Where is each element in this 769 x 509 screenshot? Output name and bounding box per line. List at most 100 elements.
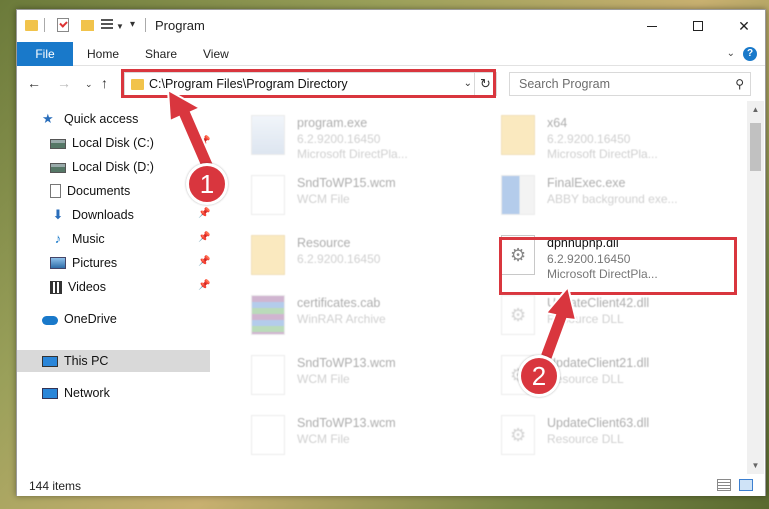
- refresh-icon[interactable]: ↻: [474, 73, 496, 95]
- status-bar: 144 items: [17, 475, 765, 496]
- list-item[interactable]: x64 6.2.9200.16450 Microsoft DirectPla..…: [477, 109, 707, 163]
- pin-icon: 📌: [198, 208, 211, 219]
- step-badge-2: 2: [518, 355, 560, 397]
- ribbon: File Home Share View ⌄ ?: [17, 42, 765, 66]
- scroll-up-icon[interactable]: ▲: [747, 101, 764, 118]
- search-input[interactable]: [510, 73, 720, 95]
- details-view-icon[interactable]: [717, 479, 731, 491]
- file-description: Microsoft DirectPla...: [297, 147, 408, 161]
- sidebar-item-music[interactable]: ♪ Music 📌: [50, 228, 211, 250]
- sidebar-item-downloads[interactable]: ⬇ Downloads 📌: [50, 204, 211, 226]
- pin-icon: 📌: [198, 136, 211, 147]
- up-arrow-icon[interactable]: ↑: [101, 75, 108, 91]
- new-folder-icon[interactable]: [81, 20, 94, 31]
- document-icon: [50, 184, 61, 198]
- expand-ribbon-icon[interactable]: ⌄: [727, 48, 735, 59]
- properties-check-icon[interactable]: [57, 18, 69, 32]
- sidebar-item-label: Documents: [67, 184, 131, 198]
- sidebar-item-label: Network: [64, 386, 110, 400]
- sidebar-item-this-pc[interactable]: This PC: [17, 350, 210, 372]
- pin-icon: 📌: [198, 280, 211, 291]
- file-list: program.exe 6.2.9200.16450 Microsoft Dir…: [213, 101, 746, 474]
- exe-file-icon: [251, 115, 285, 155]
- network-icon: [42, 387, 58, 399]
- list-item[interactable]: Resource 6.2.9200.16450: [227, 229, 457, 283]
- file-type: WCM File: [297, 432, 350, 446]
- sidebar-item-label: This PC: [64, 354, 109, 368]
- sidebar-item-local-disk-d[interactable]: Local Disk (D:): [50, 156, 210, 178]
- forward-arrow-icon[interactable]: →: [57, 75, 71, 91]
- list-item[interactable]: SndToWP13.wcm WCM File: [227, 409, 457, 463]
- list-item[interactable]: SndToWP13.wcm WCM File: [227, 349, 457, 403]
- document-icon: [251, 175, 285, 215]
- file-type: ABBY background exe...: [547, 192, 678, 206]
- address-path[interactable]: C:\Program Files\Program Directory: [149, 77, 348, 91]
- minimize-button[interactable]: [629, 10, 675, 42]
- star-icon: ★: [42, 111, 54, 126]
- large-icons-view-icon[interactable]: [739, 479, 753, 491]
- search-icon[interactable]: ⚲: [735, 77, 744, 91]
- item-count: 144 items: [29, 479, 82, 493]
- file-type: Resource DLL: [547, 432, 624, 446]
- file-type: WCM File: [297, 192, 350, 206]
- sidebar-item-local-disk-c[interactable]: Local Disk (C:) 📌: [50, 132, 210, 154]
- file-version: 6.2.9200.16450: [297, 252, 381, 266]
- file-version: 6.2.9200.16450: [297, 132, 381, 146]
- customize-toolbar-icon[interactable]: ▾: [130, 19, 135, 30]
- tab-view[interactable]: View: [193, 42, 239, 66]
- tab-home[interactable]: Home: [77, 42, 129, 66]
- sidebar-item-label: Local Disk (D:): [72, 160, 154, 174]
- file-name: SndToWP13.wcm: [297, 356, 396, 370]
- chevron-down-icon[interactable]: ▼: [116, 22, 124, 31]
- navigation-pane: ★ Quick access Local Disk (C:) 📌 Local D…: [17, 101, 212, 474]
- file-name: SndToWP13.wcm: [297, 416, 396, 430]
- sidebar-item-pictures[interactable]: Pictures 📌: [50, 252, 210, 274]
- file-name: SndToWP15.wcm: [297, 176, 396, 190]
- pictures-icon: [50, 257, 66, 269]
- address-bar[interactable]: C:\Program Files\Program Directory ⌄ ↻: [124, 72, 497, 96]
- recent-locations-icon[interactable]: ⌄: [85, 79, 93, 90]
- file-name: Resource: [297, 236, 351, 250]
- file-name: UpdateClient63.dll: [547, 416, 650, 430]
- application-icon: [501, 175, 535, 215]
- file-name: UpdateClient21.dll: [547, 356, 650, 370]
- help-icon[interactable]: ?: [743, 47, 757, 61]
- document-icon: [251, 415, 285, 455]
- archive-icon: [251, 295, 285, 335]
- close-icon: ✕: [738, 17, 750, 34]
- close-button[interactable]: ✕: [721, 10, 767, 42]
- maximize-button[interactable]: [675, 10, 721, 42]
- file-type: Resource DLL: [547, 312, 624, 326]
- sidebar-item-label: Local Disk (C:): [72, 136, 154, 150]
- list-item[interactable]: program.exe 6.2.9200.16450 Microsoft Dir…: [227, 109, 457, 163]
- step-badge-1: 1: [186, 163, 228, 205]
- sidebar-item-label: Quick access: [64, 112, 139, 126]
- sidebar-item-network[interactable]: Network: [42, 382, 210, 404]
- file-type: WinRAR Archive: [297, 312, 386, 326]
- sidebar-item-videos[interactable]: Videos 📌: [50, 276, 210, 298]
- list-item[interactable]: FinalExec.exe ABBY background exe...: [477, 169, 707, 223]
- back-arrow-icon[interactable]: ←: [27, 75, 41, 91]
- file-name: x64: [547, 116, 568, 130]
- list-item[interactable]: UpdateClient21.dll Resource DLL: [477, 349, 707, 403]
- sidebar-item-label: Videos: [68, 280, 106, 294]
- scrollbar-thumb[interactable]: [750, 123, 761, 171]
- list-item[interactable]: SndToWP15.wcm WCM File: [227, 169, 457, 223]
- file-name: UpdateClient42.dll: [547, 296, 650, 310]
- search-box[interactable]: ⚲: [509, 72, 751, 96]
- sidebar-item-quick-access[interactable]: ★ Quick access: [42, 108, 235, 130]
- list-item[interactable]: certificates.cab WinRAR Archive: [227, 289, 457, 343]
- scroll-down-icon[interactable]: ▼: [747, 457, 764, 474]
- tab-share[interactable]: Share: [135, 42, 187, 66]
- list-item[interactable]: UpdateClient63.dll Resource DLL: [477, 409, 707, 463]
- vertical-scrollbar[interactable]: ▲ ▼: [747, 101, 764, 474]
- chevron-down-icon[interactable]: ⌄: [464, 78, 472, 89]
- properties-icon[interactable]: [101, 19, 113, 31]
- list-item[interactable]: UpdateClient42.dll Resource DLL: [477, 289, 707, 343]
- tab-file[interactable]: File: [17, 42, 73, 66]
- pin-icon: 📌: [198, 256, 211, 267]
- file-explorer-window: ▼ ▾ Program ✕ File Home Share View ⌄ ? ←…: [16, 9, 766, 496]
- sidebar-item-onedrive[interactable]: OneDrive: [42, 308, 210, 330]
- music-icon: ♪: [54, 231, 62, 246]
- download-icon: ⬇: [52, 207, 64, 222]
